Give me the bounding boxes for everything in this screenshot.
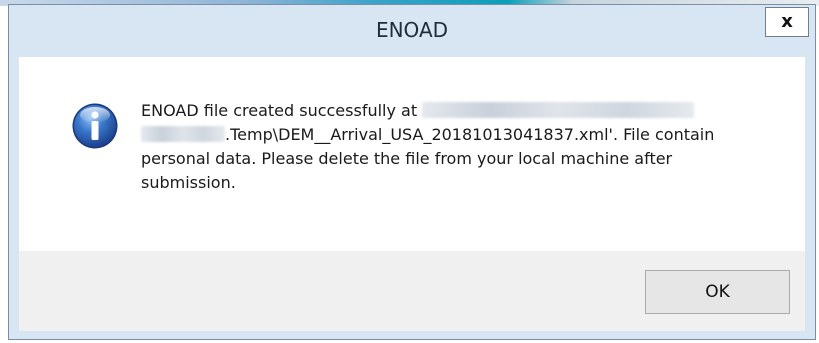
redacted-path-part-1 [422,102,695,118]
close-button[interactable]: x [765,7,809,37]
information-icon [72,103,118,149]
dialog-title: ENOAD [375,18,449,42]
message-line-4: submission. [141,173,236,192]
ok-button[interactable]: OK [645,270,790,314]
message-line-2: .Temp\DEM__Arrival_USA_20181013041837.xm… [225,125,715,144]
title-bar[interactable]: ENOAD x [9,5,815,55]
button-bar: OK [19,251,805,331]
message-area: ENOAD file created successfully at .Temp… [19,57,805,251]
close-icon: x [781,11,793,32]
message-dialog: ENOAD x ENOAD file created successfully … [8,4,816,340]
message-text: ENOAD file created successfully at .Temp… [141,99,781,195]
message-line-1: ENOAD file created successfully at [141,101,423,120]
message-line-3: personal data. Please delete the file fr… [141,149,673,168]
redacted-path-part-2 [141,126,225,142]
